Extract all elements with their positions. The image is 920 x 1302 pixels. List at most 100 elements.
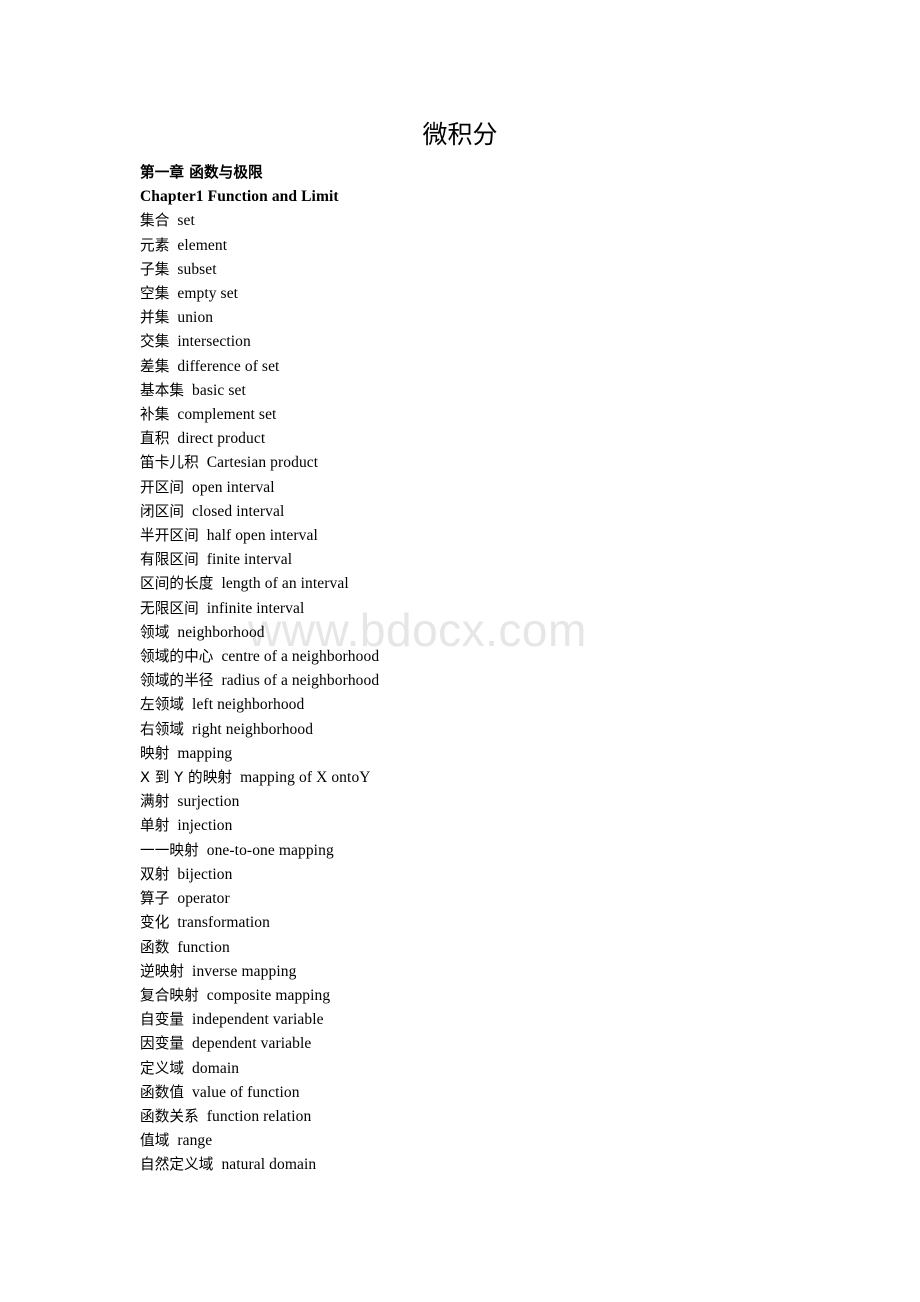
term-separator (199, 454, 207, 471)
section-heading-text: 第一章 函数与极限 (140, 164, 263, 181)
term-english: empty set (177, 285, 239, 303)
term-chinese: 右领域 (140, 720, 185, 738)
glossary-row: 右领域 right neighborhood (140, 718, 840, 742)
term-english: union (177, 309, 214, 327)
term-chinese: 空集 (140, 285, 170, 303)
term-chinese: 自变量 (140, 1011, 185, 1029)
glossary-row: 单射 injection (140, 814, 840, 838)
glossary-row: 函数关系 function relation (140, 1105, 840, 1129)
glossary-row: 映射 mapping (140, 742, 840, 766)
term-english: infinite interval (206, 599, 305, 617)
term-separator (199, 600, 207, 617)
term-chinese: 有限区间 (140, 551, 199, 569)
term-separator (184, 696, 192, 713)
term-english: one-to-one mapping (206, 841, 334, 859)
term-chinese: 开区间 (140, 478, 185, 496)
glossary-row: 因变量 dependent variable (140, 1032, 840, 1056)
term-english: dependent variable (192, 1035, 312, 1053)
term-chinese: 领域 (140, 623, 170, 641)
term-chinese: 函数值 (140, 1083, 185, 1101)
term-separator (199, 987, 207, 1004)
glossary-row: 算子 operator (140, 887, 840, 911)
term-separator (232, 769, 240, 786)
glossary-row: 定义域 domain (140, 1057, 840, 1081)
glossary-row: 差集 difference of set (140, 355, 840, 379)
term-chinese: 复合映射 (140, 986, 199, 1004)
term-english: centre of a neighborhood (221, 648, 380, 666)
glossary-row: 区间的长度 length of an interval (140, 572, 840, 596)
glossary-row: 集合 set (140, 209, 840, 233)
term-chinese: 笛卡儿积 (140, 454, 199, 472)
glossary-row: 笛卡儿积 Cartesian product (140, 451, 840, 475)
term-english: neighborhood (177, 623, 265, 641)
term-separator (184, 1011, 192, 1028)
term-chinese: 函数关系 (140, 1107, 199, 1125)
glossary-row: 元素 element (140, 234, 840, 258)
term-chinese: 无限区间 (140, 599, 199, 617)
term-english: difference of set (177, 357, 280, 375)
term-chinese: 因变量 (140, 1035, 185, 1053)
term-english: function (177, 938, 230, 956)
term-chinese: 直积 (140, 430, 170, 448)
term-chinese: 差集 (140, 357, 170, 375)
term-chinese: 算子 (140, 890, 170, 908)
term-english: right neighborhood (192, 720, 314, 738)
term-chinese: X 到 Y 的映射 (140, 769, 233, 787)
term-english: complement set (177, 406, 277, 424)
section-heading: Chapter1 Function and Limit (140, 185, 840, 209)
term-chinese: 满射 (140, 793, 170, 811)
glossary-row: 值域 range (140, 1129, 840, 1153)
term-separator (199, 527, 207, 544)
glossary-row: 基本集 basic set (140, 379, 840, 403)
glossary-row: 一一映射 one-to-one mapping (140, 839, 840, 863)
term-separator (184, 503, 192, 520)
term-english: mapping (177, 744, 233, 762)
term-english: direct product (177, 430, 266, 448)
term-chinese: 函数 (140, 938, 170, 956)
term-chinese: 补集 (140, 406, 170, 424)
term-chinese: 交集 (140, 333, 170, 351)
glossary-row: 自然定义域 natural domain (140, 1153, 840, 1177)
term-english: transformation (177, 914, 270, 932)
glossary-row: 闭区间 closed interval (140, 500, 840, 524)
page-title: 微积分 (422, 122, 498, 149)
term-english: inverse mapping (192, 962, 297, 980)
section-heading: 第一章 函数与极限 (140, 161, 840, 185)
term-english: independent variable (192, 1011, 324, 1029)
term-chinese: 逆映射 (140, 962, 185, 980)
glossary-row: 领域 neighborhood (140, 621, 840, 645)
glossary-row: X 到 Y 的映射 mapping of X ontoY (140, 766, 840, 790)
term-chinese: 集合 (140, 212, 170, 230)
term-english: basic set (192, 381, 246, 399)
term-chinese: 并集 (140, 309, 170, 327)
term-english: injection (177, 817, 233, 835)
term-chinese: 区间的长度 (140, 575, 214, 593)
term-english: set (177, 212, 195, 230)
glossary-row: 子集 subset (140, 258, 840, 282)
term-english: natural domain (221, 1156, 317, 1174)
term-english: Cartesian product (206, 454, 319, 472)
glossary-list: 第一章 函数与极限 Chapter1 Function and Limit 集合 s… (140, 161, 840, 1178)
glossary-row: 自变量 independent variable (140, 1008, 840, 1032)
term-english: element (177, 236, 228, 254)
term-separator (184, 479, 192, 496)
section-heading-text-en: Chapter1 Function and Limit (140, 188, 339, 206)
term-separator (184, 1060, 192, 1077)
term-separator (184, 1084, 192, 1101)
term-separator (199, 1108, 207, 1125)
term-english: mapping of X ontoY (240, 769, 371, 787)
term-separator (184, 382, 192, 399)
glossary-row: 逆映射 inverse mapping (140, 960, 840, 984)
term-english: half open interval (206, 527, 318, 545)
glossary-row: 函数 function (140, 936, 840, 960)
term-chinese: 领域的中心 (140, 648, 214, 666)
term-english: range (177, 1132, 213, 1150)
term-separator (184, 721, 192, 738)
term-english: length of an interval (221, 575, 349, 593)
glossary-row: 半开区间 half open interval (140, 524, 840, 548)
term-chinese: 变化 (140, 914, 170, 932)
glossary-row: 领域的半径 radius of a neighborhood (140, 669, 840, 693)
term-english: subset (177, 260, 217, 278)
glossary-row: 开区间 open interval (140, 476, 840, 500)
term-separator (199, 551, 207, 568)
